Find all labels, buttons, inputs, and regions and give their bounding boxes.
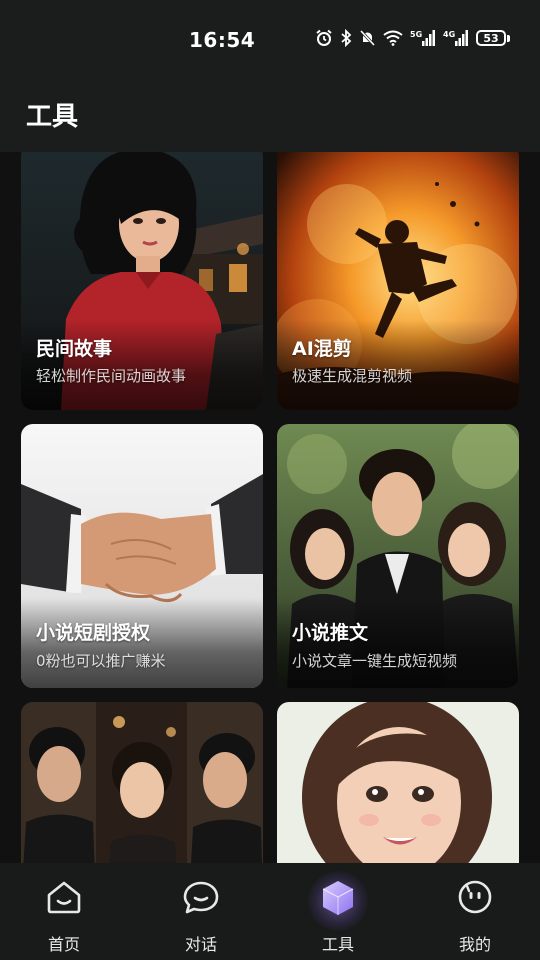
card-title: 小说短剧授权	[36, 622, 151, 644]
svg-text:5G: 5G	[410, 30, 422, 39]
three-characters-illustration	[21, 702, 263, 863]
girl-portrait-illustration	[277, 702, 519, 863]
status-time: 16:54	[189, 28, 256, 52]
tools-grid: 民间故事 轻松制作民间动画故事 AI混剪 极速生成混剪视频 小说短剧授权 0粉也…	[0, 152, 540, 863]
page-title: 工具	[26, 102, 79, 132]
nav-tools[interactable]: 工具	[288, 863, 388, 960]
card-subtitle: 0粉也可以推广赚米	[36, 652, 166, 670]
battery-level: 53	[476, 30, 506, 46]
signal-5g-icon: 5G	[410, 30, 435, 46]
alarm-icon	[316, 29, 332, 46]
home-icon	[47, 881, 81, 914]
tool-card-novel-drama-license[interactable]: 小说短剧授权 0粉也可以推广赚米	[21, 424, 263, 688]
app-screen: 16:54 5G 4G 53 工具 民间故事 轻松制作民间动画故事 AI混剪 极…	[0, 0, 540, 960]
wifi-icon	[383, 30, 403, 46]
chat-bubble-icon	[183, 881, 219, 914]
card-title: 小说推文	[292, 622, 369, 644]
tool-card-novel-promo[interactable]: 小说推文 小说文章一键生成短视频	[277, 424, 519, 688]
nav-home[interactable]: 首页	[14, 863, 114, 960]
bluetooth-icon	[341, 29, 352, 47]
nav-label: 工具	[321, 935, 354, 954]
card-title: AI混剪	[292, 338, 352, 360]
card-subtitle: 小说文章一键生成短视频	[292, 652, 458, 670]
card-subtitle: 轻松制作民间动画故事	[36, 367, 187, 385]
mute-bell-icon	[359, 29, 376, 47]
nav-chat[interactable]: 对话	[151, 863, 251, 960]
signal-4g-icon: 4G	[443, 30, 468, 46]
nav-label: 首页	[47, 935, 80, 954]
card-subtitle: 极速生成混剪视频	[292, 367, 413, 385]
cube-icon	[322, 881, 354, 915]
nav-label: 我的	[458, 935, 491, 954]
battery-icon: 53	[476, 30, 510, 46]
svg-text:4G: 4G	[443, 30, 455, 39]
tool-card-folk-story[interactable]: 民间故事 轻松制作民间动画故事	[21, 152, 263, 410]
nav-profile[interactable]: 我的	[425, 863, 525, 960]
page-header: 工具	[0, 80, 540, 152]
nav-label: 对话	[184, 935, 217, 954]
profile-face-icon	[458, 880, 492, 914]
bottom-navigation: 首页 对话 工具 我的	[0, 863, 540, 960]
status-bar: 16:54 5G 4G 53	[0, 0, 540, 80]
card-title: 民间故事	[36, 338, 113, 360]
status-icons: 5G 4G 53	[315, 29, 510, 47]
tool-card-characters[interactable]	[21, 702, 263, 863]
tool-card-portrait[interactable]	[277, 702, 519, 863]
tool-card-ai-remix[interactable]: AI混剪 极速生成混剪视频	[277, 152, 519, 410]
